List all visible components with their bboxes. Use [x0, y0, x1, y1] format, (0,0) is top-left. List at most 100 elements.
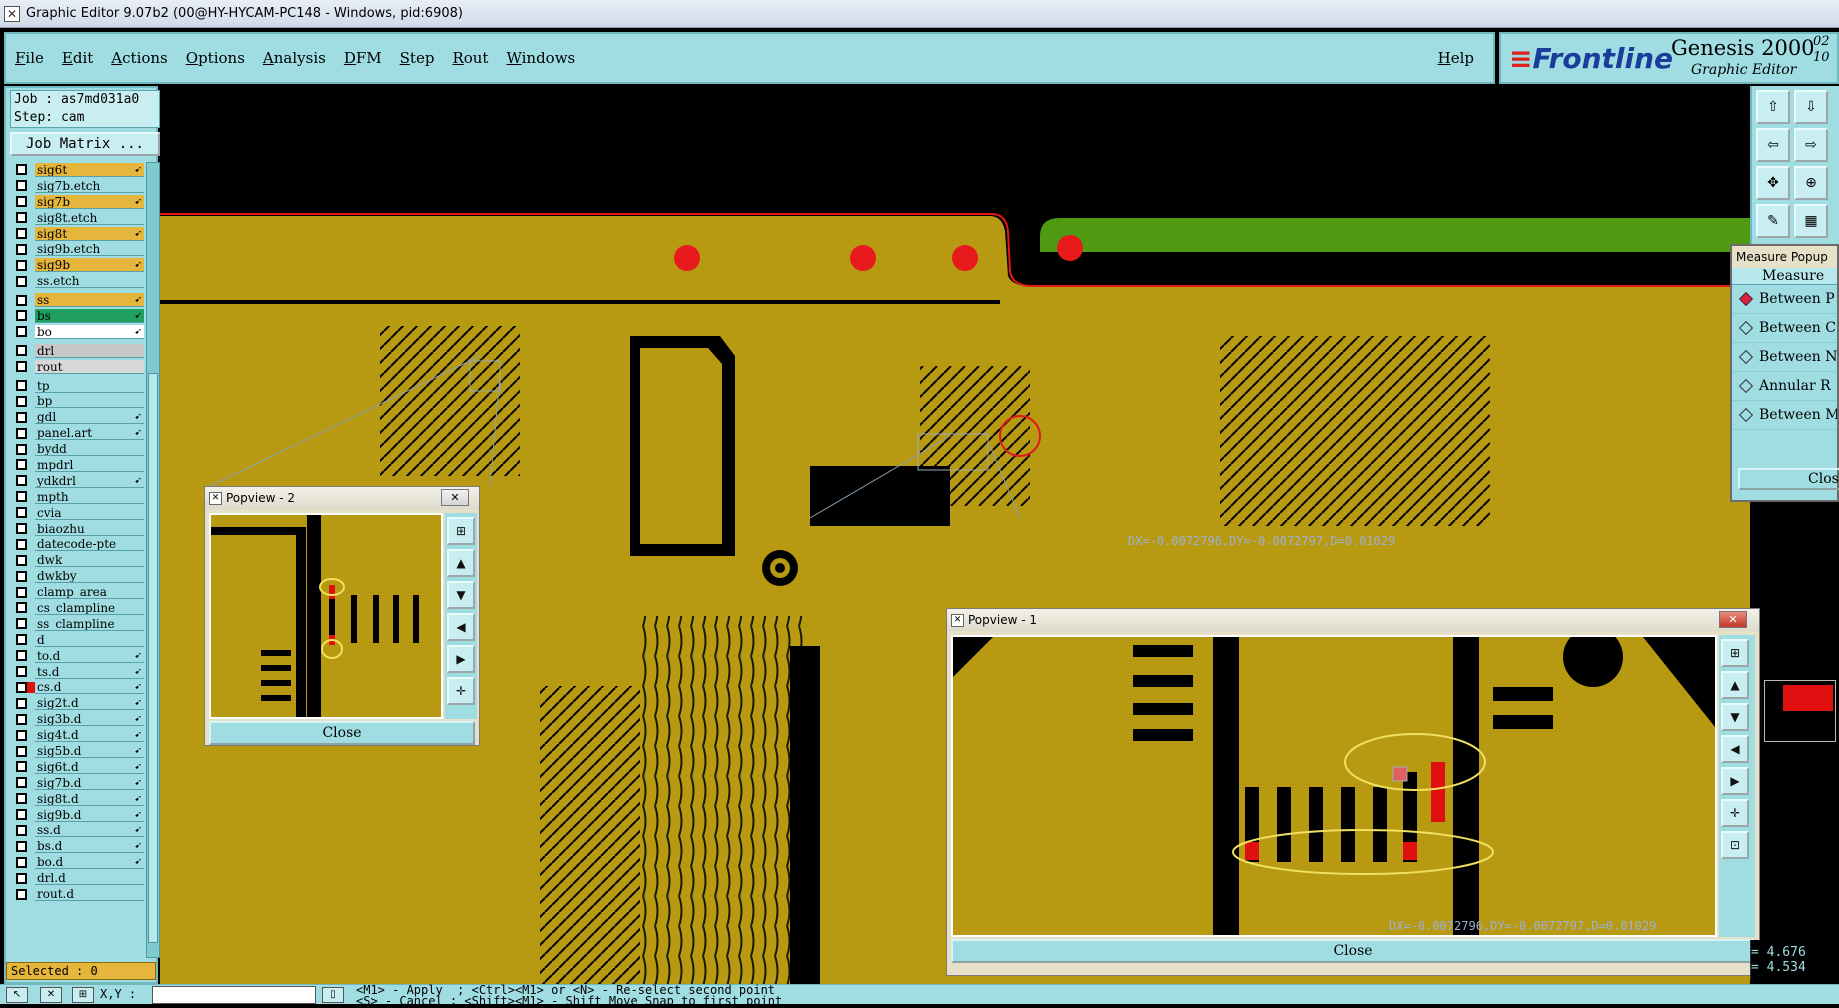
- layer-name[interactable]: tp: [35, 378, 144, 393]
- menu-actions[interactable]: Actions: [102, 49, 176, 67]
- layer-name[interactable]: biaozhu: [35, 521, 144, 536]
- zoom-down-icon[interactable]: ⇩: [1794, 90, 1828, 124]
- layer-name[interactable]: mpdrl: [35, 457, 144, 472]
- layer-checkbox[interactable]: [16, 681, 27, 693]
- close-icon[interactable]: ✕: [1719, 611, 1747, 628]
- layer-row[interactable]: cs_clampline: [10, 600, 144, 616]
- zoom-fit-icon[interactable]: ⊡: [1721, 831, 1749, 859]
- layer-row[interactable]: sig9b.d ➹: [10, 807, 144, 823]
- measure-tool-icon[interactable]: ✎: [1756, 204, 1790, 238]
- pan-left-icon[interactable]: ⇦: [1756, 128, 1790, 162]
- menu-rout[interactable]: Rout: [443, 49, 497, 67]
- pan-down-icon[interactable]: ▼: [447, 581, 475, 609]
- layer-row[interactable]: drl: [10, 343, 144, 359]
- zoom-fit-icon[interactable]: ✥: [1756, 166, 1790, 200]
- layer-name[interactable]: bo.d ➹: [35, 855, 144, 870]
- layer-row[interactable]: bp: [10, 393, 144, 409]
- layer-name[interactable]: sig8t ➹: [35, 226, 144, 241]
- grid-tool-icon[interactable]: ⊞: [72, 987, 94, 1003]
- popview-1-view[interactable]: DX=-0.0072796,DY=-0.0072797,D=0.01029: [951, 635, 1717, 937]
- layer-row[interactable]: ts.d ➹: [10, 664, 144, 680]
- layer-name[interactable]: sig5b.d ➹: [35, 744, 144, 758]
- layer-row[interactable]: gdl ➹: [10, 409, 144, 425]
- layer-checkbox[interactable]: [16, 713, 27, 725]
- layer-name[interactable]: dwkby: [35, 569, 144, 584]
- layer-name[interactable]: ts.d ➹: [35, 664, 144, 679]
- layer-row[interactable]: sig8t ➹: [10, 226, 144, 242]
- pan-left-icon[interactable]: ◀: [447, 613, 475, 641]
- layer-checkbox[interactable]: [16, 888, 27, 900]
- layer-checkbox[interactable]: [16, 666, 27, 678]
- zoom-up-icon[interactable]: ⇧: [1756, 90, 1790, 124]
- layer-name[interactable]: rout: [35, 359, 144, 374]
- layer-row[interactable]: panel.art ➹: [10, 425, 144, 441]
- layer-checkbox[interactable]: [16, 650, 27, 662]
- pan-right-icon[interactable]: ▶: [447, 645, 475, 673]
- layer-name[interactable]: d: [35, 632, 144, 647]
- layer-row[interactable]: bydd: [10, 441, 144, 457]
- layer-checkbox[interactable]: [16, 538, 27, 550]
- layer-checkbox[interactable]: [16, 523, 27, 535]
- layer-row[interactable]: datecode-pte: [10, 536, 144, 552]
- layer-name[interactable]: rout.d: [35, 887, 144, 902]
- layer-checkbox[interactable]: [16, 212, 27, 224]
- layer-name[interactable]: ss.etch: [35, 274, 144, 289]
- menu-edit[interactable]: Edit: [53, 49, 102, 67]
- layer-name[interactable]: drl.d: [35, 871, 144, 886]
- layer-name[interactable]: sig2t.d ➹: [35, 696, 144, 711]
- layer-row[interactable]: sig8t.etch: [10, 210, 144, 226]
- layer-row[interactable]: to.d ➹: [10, 648, 144, 664]
- menu-step[interactable]: Step: [391, 49, 444, 67]
- layer-checkbox[interactable]: [16, 745, 27, 757]
- layer-row[interactable]: rout: [10, 359, 144, 375]
- layer-row[interactable]: ss.d ➹: [10, 823, 144, 839]
- layer-name[interactable]: sig6t ➹: [35, 162, 144, 177]
- measure-option[interactable]: Annular R: [1732, 372, 1837, 401]
- layer-row[interactable]: sig8t.d ➹: [10, 791, 144, 807]
- close-icon[interactable]: ✕: [441, 489, 469, 506]
- layer-row[interactable]: ydkdrl ➹: [10, 473, 144, 489]
- zoom-in-icon[interactable]: ✛: [447, 677, 475, 705]
- layer-row[interactable]: biaozhu: [10, 521, 144, 537]
- measure-option[interactable]: Between P: [1732, 285, 1837, 314]
- layer-checkbox[interactable]: [16, 554, 27, 566]
- layer-name[interactable]: ss ➹: [35, 293, 144, 308]
- layer-row[interactable]: sig7b ➹: [10, 194, 144, 210]
- layer-row[interactable]: mpth: [10, 489, 144, 505]
- measure-popup-title[interactable]: Measure Popup: [1732, 246, 1837, 268]
- pan-up-icon[interactable]: ▲: [447, 549, 475, 577]
- layer-checkbox[interactable]: [16, 570, 27, 582]
- layer-row[interactable]: cvia: [10, 505, 144, 521]
- layer-row[interactable]: sig9b ➹: [10, 257, 144, 273]
- layer-checkbox[interactable]: [16, 380, 27, 392]
- menu-windows[interactable]: Windows: [497, 49, 584, 67]
- grid-icon[interactable]: ▦: [1794, 204, 1828, 238]
- layer-name[interactable]: sig7b ➹: [35, 194, 144, 209]
- layer-checkbox[interactable]: [16, 697, 27, 709]
- layer-checkbox[interactable]: [16, 586, 27, 598]
- layer-name[interactable]: bo ➹: [35, 324, 144, 339]
- layer-name[interactable]: sig9b.d ➹: [35, 807, 144, 822]
- layer-checkbox[interactable]: [16, 872, 27, 884]
- zoom-home-icon[interactable]: ⊞: [447, 517, 475, 545]
- layer-row[interactable]: bs ➹: [10, 308, 144, 324]
- layer-checkbox[interactable]: [16, 491, 27, 503]
- layer-row[interactable]: sig4t.d ➹: [10, 727, 144, 743]
- layer-row[interactable]: sig2t.d ➹: [10, 695, 144, 711]
- layer-row[interactable]: dwkby: [10, 568, 144, 584]
- select-tool-icon[interactable]: ↖: [6, 987, 28, 1003]
- measure-option[interactable]: Between C: [1732, 314, 1837, 343]
- pan-right-icon[interactable]: ⇨: [1794, 128, 1828, 162]
- minimap[interactable]: [1764, 680, 1836, 742]
- layer-name[interactable]: sig8t.d ➹: [35, 791, 144, 806]
- layer-row[interactable]: bo ➹: [10, 324, 144, 340]
- layer-name[interactable]: bp: [35, 394, 144, 409]
- layer-checkbox[interactable]: [16, 196, 27, 208]
- layer-name[interactable]: sig4t.d ➹: [35, 728, 144, 743]
- popview-1-titlebar[interactable]: ✕ Popview - 1: [947, 609, 1759, 631]
- layer-name[interactable]: gdl ➹: [35, 410, 144, 425]
- layer-checkbox[interactable]: [16, 729, 27, 741]
- layer-checkbox[interactable]: [16, 294, 27, 306]
- layer-checkbox[interactable]: [16, 475, 27, 487]
- layer-checkbox[interactable]: [16, 345, 27, 357]
